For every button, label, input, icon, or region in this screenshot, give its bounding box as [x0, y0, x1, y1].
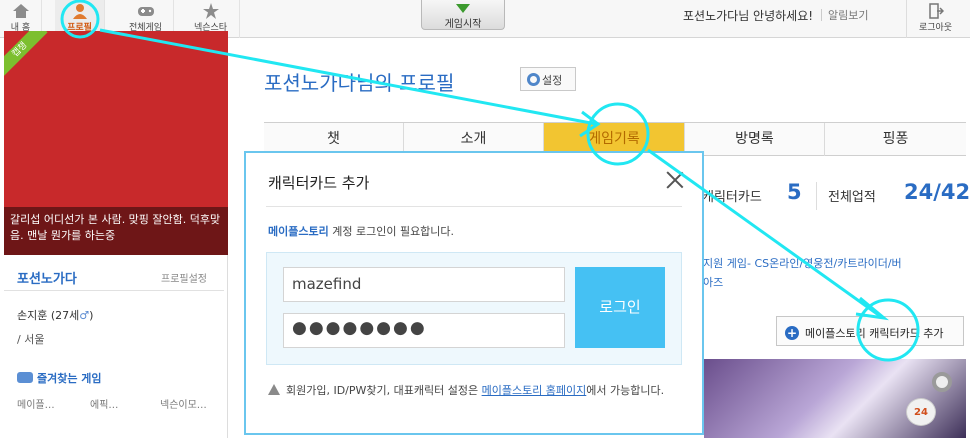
game-start-button[interactable]: 게임시작	[421, 0, 505, 30]
tab-pingpong[interactable]: 핑퐁	[825, 123, 966, 156]
greeting-text: 포션노가다님 안녕하세요!	[683, 9, 814, 23]
settings-label: 설정	[542, 74, 563, 87]
star-icon	[202, 3, 219, 19]
logout-icon	[928, 3, 944, 19]
home-icon	[12, 4, 29, 18]
login-required-message: 메이플스토리 계정 로그인이 필요합니다.	[268, 223, 454, 239]
supported-games-line: 지원 게임- CS온라인/영웅전/카트라이더/버	[703, 257, 902, 270]
gamepad-icon	[17, 372, 33, 383]
stats-panel: 캐릭터카드 5 전체업적 24/42	[702, 172, 970, 220]
game-start-label: 게임시작	[444, 19, 482, 30]
login-button[interactable]: 로그인	[575, 267, 665, 348]
character-card-count: 5	[787, 180, 802, 204]
achievements-count: 24/42	[904, 180, 970, 204]
logout-label: 로그아웃	[918, 23, 953, 33]
favorite-game-tag[interactable]: 메이플…	[17, 396, 55, 411]
profile-settings-link[interactable]: 프로필설정	[161, 270, 207, 285]
play-icon	[456, 4, 470, 13]
ribbon-badge: 캡챙	[4, 31, 48, 78]
real-name-text: 손지훈 (27세	[17, 309, 80, 322]
favorite-games-heading: 즐겨찾는 게임	[17, 370, 102, 386]
password-input[interactable]: ●●●●●●●●	[283, 313, 565, 348]
gear-icon[interactable]	[932, 372, 952, 392]
alerts-link[interactable]: 알림보기	[828, 7, 868, 23]
dialog-divider	[266, 206, 682, 207]
notification-badge[interactable]: 24	[906, 398, 936, 426]
login-required-text: 계정 로그인이 필요합니다.	[328, 225, 455, 238]
person-icon	[72, 4, 87, 19]
location-text: / 서울	[17, 333, 45, 346]
male-icon: ♂	[79, 309, 90, 322]
settings-button[interactable]: 설정	[520, 67, 576, 91]
tab-guestbook[interactable]: 방명록	[685, 123, 825, 156]
favorite-game-tag[interactable]: 넥슨이모…	[160, 396, 207, 411]
game-name: 메이플스토리	[268, 225, 329, 238]
character-card-label: 캐릭터카드	[702, 190, 762, 205]
divider	[816, 182, 817, 210]
warning-icon	[268, 384, 280, 395]
divider	[821, 9, 822, 21]
favorite-games-label: 즐겨찾는 게임	[37, 372, 102, 385]
info-text: 회원가입, ID/PW찾기, 대표캐릭터 설정은	[286, 384, 482, 397]
account-info-note: 회원가입, ID/PW찾기, 대표캐릭터 설정은 메이플스토리 홈페이지에서 가…	[268, 382, 688, 400]
dialog-title: 캐릭터카드 추가	[268, 174, 370, 192]
add-character-card-label: 메이플스토리 캐릭터카드 추가	[805, 327, 944, 340]
maplestory-homepage-link[interactable]: 메이플스토리 홈페이지	[482, 384, 587, 397]
page-title: 포션노가다님의 프로필	[264, 71, 455, 95]
profile-name[interactable]: 포션노가다	[17, 268, 77, 287]
achievements-label: 전체업적	[828, 190, 876, 205]
gamepad-icon	[137, 7, 154, 16]
real-name-close: )	[89, 309, 94, 322]
supported-games-text[interactable]: 지원 게임- CS온라인/영웅전/카트라이더/버 아즈	[703, 254, 963, 292]
gear-icon	[527, 73, 540, 86]
id-input[interactable]: mazefind	[283, 267, 565, 302]
close-icon[interactable]	[666, 171, 684, 189]
profile-avatar: 캡챙 갈리섭 어디선가 본 사람. 맞핑 잘안함. 덕후맞음. 맨날 뭔가를 하…	[4, 31, 228, 255]
favorite-game-tag[interactable]: 에픽…	[90, 396, 118, 411]
real-name: 손지훈 (27세♂)	[17, 307, 93, 323]
add-character-card-button[interactable]: + 메이플스토리 캐릭터카드 추가	[776, 316, 964, 346]
plus-icon: +	[785, 326, 799, 340]
sidebar-divider	[4, 290, 224, 291]
info-text-suffix: 에서 가능합니다.	[586, 384, 665, 397]
login-form: mazefind ●●●●●●●● 로그인	[266, 252, 682, 365]
add-character-card-dialog: 캐릭터카드 추가 메이플스토리 계정 로그인이 필요합니다. mazefind …	[244, 151, 704, 435]
profile-status-caption: 갈리섭 어디선가 본 사람. 맞핑 잘안함. 덕후맞음. 맨날 뭔가를 하는중	[4, 207, 228, 255]
supported-games-line: 아즈	[703, 276, 724, 289]
logout-button[interactable]: 로그아웃	[906, 0, 964, 38]
